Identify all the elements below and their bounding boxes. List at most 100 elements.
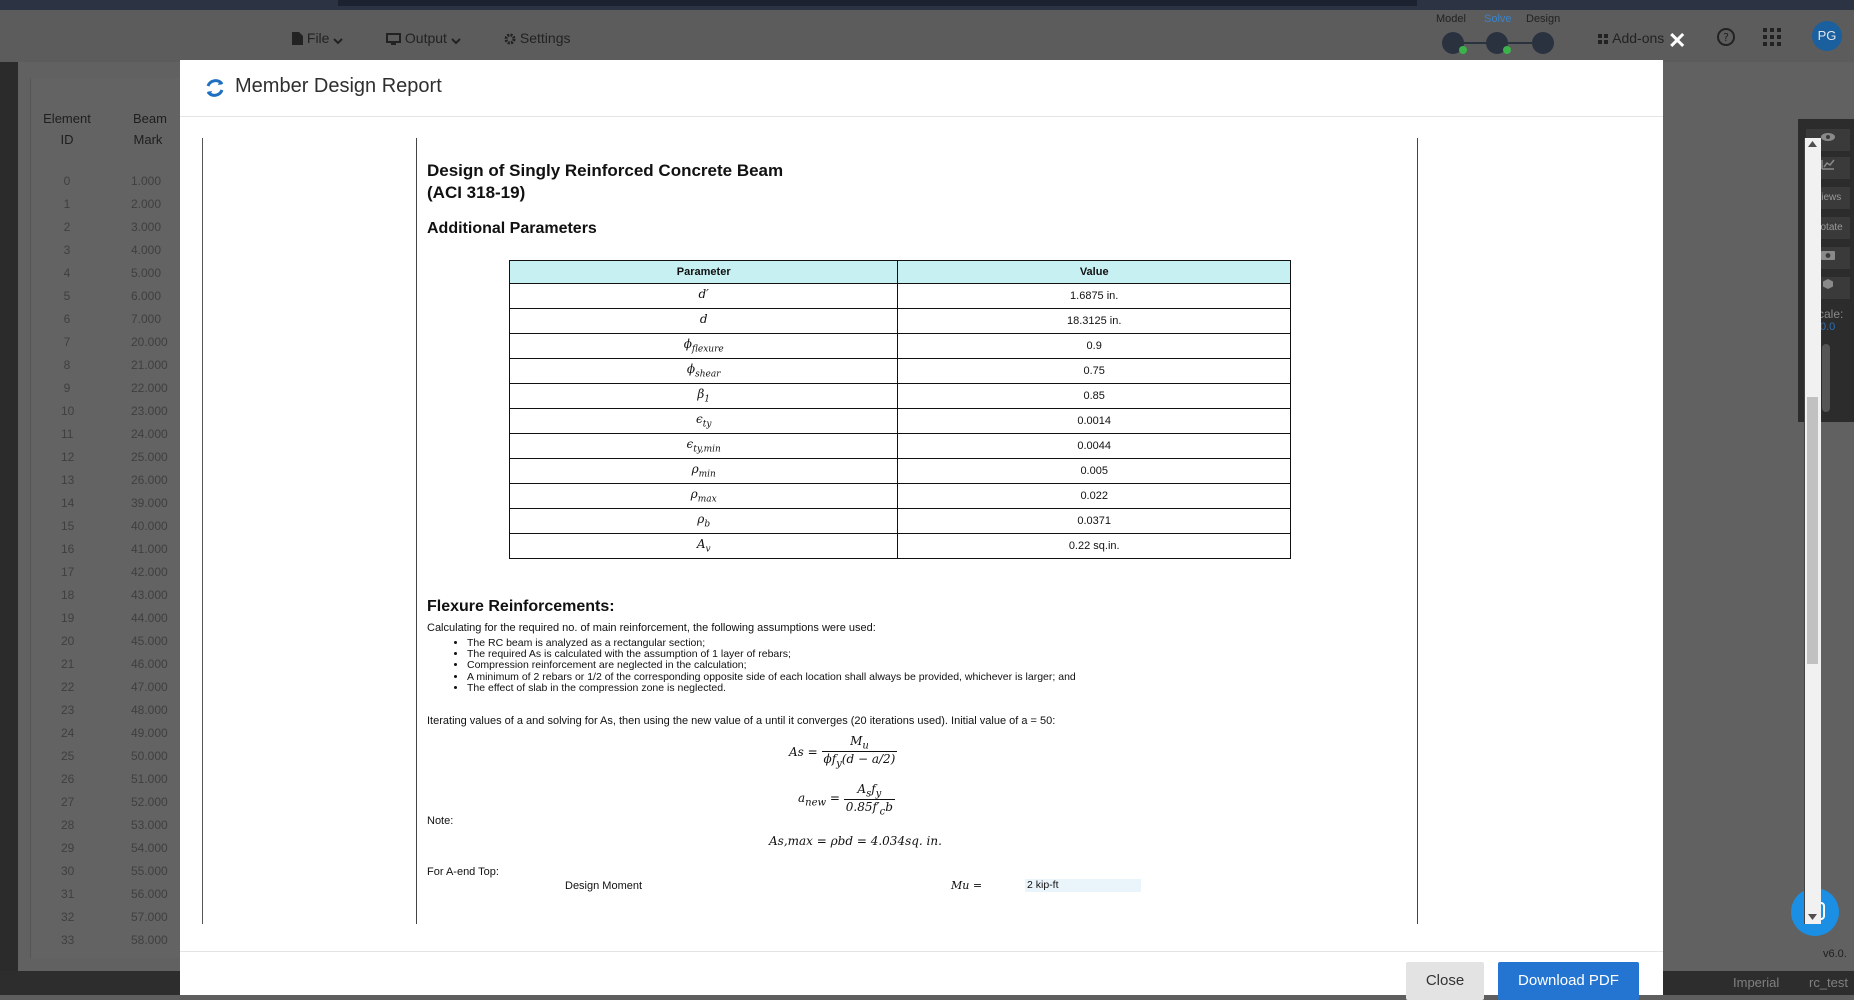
- table-row-element-id[interactable]: 21: [61, 657, 74, 671]
- table-row-beam-mark[interactable]: 51.000: [131, 772, 168, 786]
- table-row-beam-mark[interactable]: 52.000: [131, 795, 168, 809]
- table-row-beam-mark[interactable]: 48.000: [131, 703, 168, 717]
- help-icon[interactable]: ?: [1716, 27, 1736, 47]
- table-row-beam-mark[interactable]: 43.000: [131, 588, 168, 602]
- table-row-beam-mark[interactable]: 20.000: [131, 335, 168, 349]
- table-row-beam-mark[interactable]: 5.000: [131, 266, 161, 280]
- table-row-element-id[interactable]: 11: [61, 427, 73, 441]
- table-row-beam-mark[interactable]: 2.000: [131, 197, 161, 211]
- table-row-element-id[interactable]: 4: [61, 266, 73, 280]
- table-row-beam-mark[interactable]: 22.000: [131, 381, 168, 395]
- table-row-beam-mark[interactable]: 24.000: [131, 427, 168, 441]
- stage-solve[interactable]: Solve: [1484, 13, 1512, 25]
- table-row-beam-mark[interactable]: 7.000: [131, 312, 161, 326]
- table-row-beam-mark[interactable]: 26.000: [131, 473, 168, 487]
- table-row-element-id[interactable]: 27: [61, 795, 74, 809]
- add-ons-menu[interactable]: Add-ons: [1598, 30, 1664, 46]
- table-row-beam-mark[interactable]: 40.000: [131, 519, 168, 533]
- table-row-beam-mark[interactable]: 6.000: [131, 289, 161, 303]
- column-header-beam-mark[interactable]: Beam Mark: [133, 108, 167, 150]
- stage-model[interactable]: Model: [1436, 13, 1466, 25]
- table-row-beam-mark[interactable]: 58.000: [131, 933, 168, 947]
- table-row-element-id[interactable]: 30: [61, 864, 74, 878]
- table-row-element-id[interactable]: 20: [61, 634, 74, 648]
- table-row-beam-mark[interactable]: 56.000: [131, 887, 168, 901]
- table-row-beam-mark[interactable]: 46.000: [131, 657, 168, 671]
- table-row-beam-mark[interactable]: 25.000: [131, 450, 168, 464]
- table-row-element-id[interactable]: 16: [61, 542, 74, 556]
- table-row-element-id[interactable]: 23: [61, 703, 74, 717]
- table-row-element-id[interactable]: 26: [61, 772, 74, 786]
- apps-grid-icon[interactable]: [1763, 28, 1781, 46]
- table-row-beam-mark[interactable]: 50.000: [131, 749, 168, 763]
- scroll-up-icon[interactable]: [1808, 141, 1817, 147]
- table-row-beam-mark[interactable]: 57.000: [131, 910, 168, 924]
- table-row-beam-mark[interactable]: 49.000: [131, 726, 168, 740]
- table-row-element-id[interactable]: 28: [61, 818, 74, 832]
- units-label[interactable]: Imperial: [1733, 975, 1779, 990]
- table-row-element-id[interactable]: 0: [61, 174, 73, 188]
- check-icon: [1503, 46, 1511, 54]
- table-row-element-id[interactable]: 3: [61, 243, 73, 257]
- design-stage-icon[interactable]: [1532, 32, 1554, 54]
- table-row-beam-mark[interactable]: 54.000: [131, 841, 168, 855]
- table-row-element-id[interactable]: 17: [61, 565, 74, 579]
- table-row-beam-mark[interactable]: 53.000: [131, 818, 168, 832]
- table-row-element-id[interactable]: 6: [61, 312, 73, 326]
- project-name: rc_test: [1809, 975, 1849, 990]
- table-row-element-id[interactable]: 31: [61, 887, 74, 901]
- table-row-beam-mark[interactable]: 55.000: [131, 864, 168, 878]
- file-menu[interactable]: File: [292, 30, 344, 46]
- scroll-down-icon[interactable]: [1808, 914, 1817, 920]
- table-row-element-id[interactable]: 33: [61, 933, 74, 947]
- member-design-report-modal: Member Design Report Design of Singly Re…: [180, 60, 1821, 1000]
- table-row-element-id[interactable]: 12: [61, 450, 74, 464]
- avatar[interactable]: PG: [1812, 21, 1842, 51]
- download-pdf-button[interactable]: Download PDF: [1498, 962, 1639, 1000]
- table-row-beam-mark[interactable]: 44.000: [131, 611, 168, 625]
- scrollbar-thumb[interactable]: [1807, 397, 1818, 664]
- table-row: d′ 1.6875 in.: [508, 283, 1291, 309]
- table-row-element-id[interactable]: 18: [61, 588, 74, 602]
- table-row-beam-mark[interactable]: 42.000: [131, 565, 168, 579]
- table-row-element-id[interactable]: 25: [61, 749, 74, 763]
- table-row-element-id[interactable]: 5: [61, 289, 73, 303]
- report-page: Design of Singly Reinforced Concrete Bea…: [416, 138, 1418, 924]
- table-row-element-id[interactable]: 1: [61, 197, 73, 211]
- output-menu[interactable]: Output: [386, 30, 461, 46]
- table-row-beam-mark[interactable]: 21.000: [131, 358, 168, 372]
- column-header-element-id[interactable]: Element ID: [41, 108, 93, 150]
- parameter-symbol: ρmax: [508, 483, 899, 509]
- stage-design[interactable]: Design: [1526, 13, 1560, 25]
- table-row-beam-mark[interactable]: 23.000: [131, 404, 168, 418]
- table-row-beam-mark[interactable]: 45.000: [131, 634, 168, 648]
- table-row-element-id[interactable]: 24: [61, 726, 74, 740]
- table-row-element-id[interactable]: 29: [61, 841, 74, 855]
- report-viewer: Design of Singly Reinforced Concrete Bea…: [202, 138, 1647, 924]
- parameter-value: 1.6875 in.: [897, 283, 1291, 309]
- table-row-beam-mark[interactable]: 3.000: [131, 220, 161, 234]
- scale-slider[interactable]: [1822, 344, 1830, 412]
- table-row-beam-mark[interactable]: 1.000: [131, 174, 161, 188]
- table-row-beam-mark[interactable]: 47.000: [131, 680, 168, 694]
- report-scrollbar[interactable]: [1804, 138, 1821, 924]
- table-row-element-id[interactable]: 15: [61, 519, 74, 533]
- settings-menu[interactable]: Settings: [504, 30, 570, 46]
- assumptions-list: The RC beam is analyzed as a rectangular…: [427, 637, 1076, 694]
- settings-menu-label: Settings: [519, 30, 571, 46]
- table-row-beam-mark[interactable]: 4.000: [131, 243, 161, 257]
- table-row-element-id[interactable]: 7: [61, 335, 73, 349]
- table-row-element-id[interactable]: 9: [61, 381, 73, 395]
- table-row-element-id[interactable]: 8: [61, 358, 73, 372]
- table-row-element-id[interactable]: 32: [61, 910, 74, 924]
- close-button[interactable]: Close: [1406, 962, 1484, 1000]
- table-row-beam-mark[interactable]: 39.000: [131, 496, 168, 510]
- table-row-element-id[interactable]: 2: [61, 220, 73, 234]
- table-row-element-id[interactable]: 22: [61, 680, 74, 694]
- table-row-beam-mark[interactable]: 41.000: [131, 542, 168, 556]
- close-icon[interactable]: ✕: [1668, 28, 1686, 54]
- table-row-element-id[interactable]: 10: [61, 404, 74, 418]
- table-row-element-id[interactable]: 19: [61, 611, 74, 625]
- table-row-element-id[interactable]: 13: [61, 473, 74, 487]
- table-row-element-id[interactable]: 14: [61, 496, 74, 510]
